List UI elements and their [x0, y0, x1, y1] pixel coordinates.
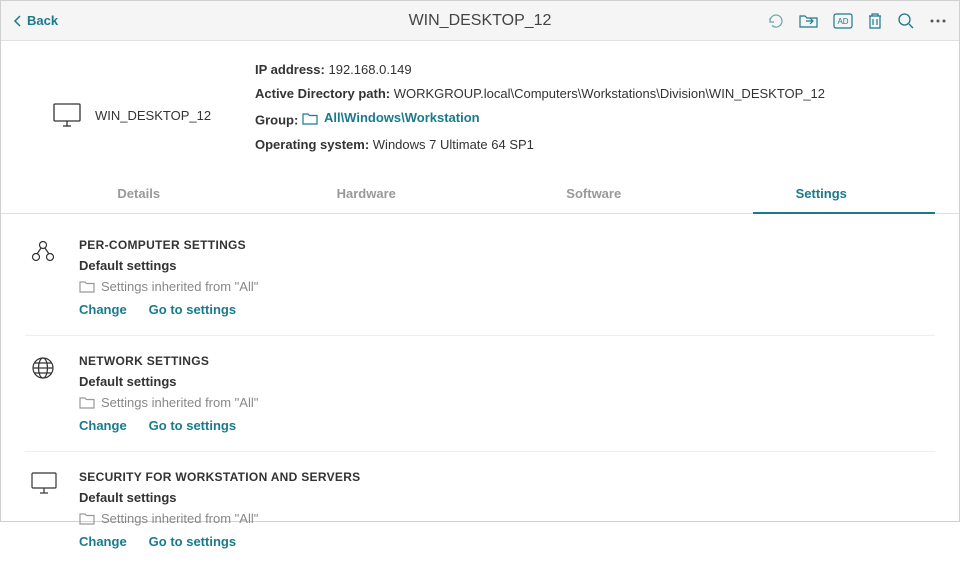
section-body: SECURITY FOR WORKSTATION AND SERVERS Def…: [79, 470, 361, 549]
os-value: Windows 7 Ultimate 64 SP1: [373, 137, 534, 152]
change-link[interactable]: Change: [79, 534, 127, 549]
chevron-left-icon: [13, 14, 23, 28]
section-title: SECURITY FOR WORKSTATION AND SERVERS: [79, 470, 361, 484]
tab-details[interactable]: Details: [25, 176, 253, 213]
inherited-row: Settings inherited from "All": [79, 395, 258, 410]
section-per-computer: PER-COMPUTER SETTINGS Default settings S…: [25, 232, 935, 335]
default-settings-label: Default settings: [79, 374, 258, 389]
inherited-label: Settings inherited from "All": [101, 279, 258, 294]
group-value: All\Windows\Workstation: [324, 107, 480, 129]
change-link[interactable]: Change: [79, 302, 127, 317]
inherited-row: Settings inherited from "All": [79, 279, 258, 294]
settings-sections: PER-COMPUTER SETTINGS Default settings S…: [25, 214, 935, 567]
goto-settings-link[interactable]: Go to settings: [149, 534, 236, 549]
computer-summary: WIN_DESKTOP_12 IP address: 192.168.0.149…: [25, 59, 935, 158]
os-label: Operating system:: [255, 137, 369, 152]
group-link[interactable]: All\Windows\Workstation: [302, 107, 480, 129]
search-icon[interactable]: [897, 12, 915, 30]
back-label: Back: [27, 13, 58, 28]
computer-name: WIN_DESKTOP_12: [95, 108, 211, 123]
ip-row: IP address: 192.168.0.149: [255, 59, 825, 81]
section-security: SECURITY FOR WORKSTATION AND SERVERS Def…: [25, 451, 935, 567]
goto-settings-link[interactable]: Go to settings: [149, 302, 236, 317]
back-button[interactable]: Back: [13, 13, 58, 28]
section-body: PER-COMPUTER SETTINGS Default settings S…: [79, 238, 258, 317]
folder-icon: [302, 112, 318, 125]
tab-hardware[interactable]: Hardware: [253, 176, 481, 213]
content-area: WIN_DESKTOP_12 IP address: 192.168.0.149…: [1, 41, 959, 567]
folder-icon: [79, 512, 95, 525]
computer-properties: IP address: 192.168.0.149 Active Directo…: [255, 59, 825, 158]
network-icon-wrap: [31, 354, 61, 433]
inherited-row: Settings inherited from "All": [79, 511, 361, 526]
tab-software[interactable]: Software: [480, 176, 708, 213]
adpath-label: Active Directory path:: [255, 86, 390, 101]
refresh-icon[interactable]: [767, 12, 785, 30]
goto-settings-link[interactable]: Go to settings: [149, 418, 236, 433]
inherited-label: Settings inherited from "All": [101, 511, 258, 526]
os-row: Operating system: Windows 7 Ultimate 64 …: [255, 134, 825, 156]
page-title: WIN_DESKTOP_12: [409, 12, 552, 30]
action-bar: AD: [767, 12, 947, 30]
computer-name-block: WIN_DESKTOP_12: [25, 59, 225, 158]
adpath-value: WORKGROUP.local\Computers\Workstations\D…: [394, 86, 825, 101]
globe-icon: [31, 356, 55, 380]
section-body: NETWORK SETTINGS Default settings Settin…: [79, 354, 258, 433]
folder-icon: [79, 280, 95, 293]
section-actions: Change Go to settings: [79, 418, 258, 433]
ip-label: IP address:: [255, 62, 325, 77]
section-network: NETWORK SETTINGS Default settings Settin…: [25, 335, 935, 451]
group-row: Group: All\Windows\Workstation: [255, 107, 825, 132]
svg-text:AD: AD: [837, 17, 848, 26]
move-to-icon[interactable]: [799, 13, 819, 29]
tabs: Details Hardware Software Settings: [1, 176, 959, 214]
group-label: Group:: [255, 113, 298, 128]
per-computer-icon-wrap: [31, 238, 61, 317]
tab-settings[interactable]: Settings: [708, 176, 936, 213]
security-icon-wrap: [31, 470, 61, 549]
delete-icon[interactable]: [867, 12, 883, 30]
change-link[interactable]: Change: [79, 418, 127, 433]
more-icon[interactable]: [929, 12, 947, 30]
default-settings-label: Default settings: [79, 258, 258, 273]
section-actions: Change Go to settings: [79, 302, 258, 317]
section-title: PER-COMPUTER SETTINGS: [79, 238, 258, 252]
ad-icon[interactable]: AD: [833, 13, 853, 29]
hierarchy-icon: [31, 240, 55, 262]
computer-icon: [53, 103, 81, 127]
section-actions: Change Go to settings: [79, 534, 361, 549]
folder-icon: [79, 396, 95, 409]
default-settings-label: Default settings: [79, 490, 361, 505]
ip-value: 192.168.0.149: [328, 62, 411, 77]
section-title: NETWORK SETTINGS: [79, 354, 258, 368]
adpath-row: Active Directory path: WORKGROUP.local\C…: [255, 83, 825, 105]
inherited-label: Settings inherited from "All": [101, 395, 258, 410]
workstation-icon: [31, 472, 57, 494]
top-bar: Back WIN_DESKTOP_12 AD: [1, 1, 959, 41]
